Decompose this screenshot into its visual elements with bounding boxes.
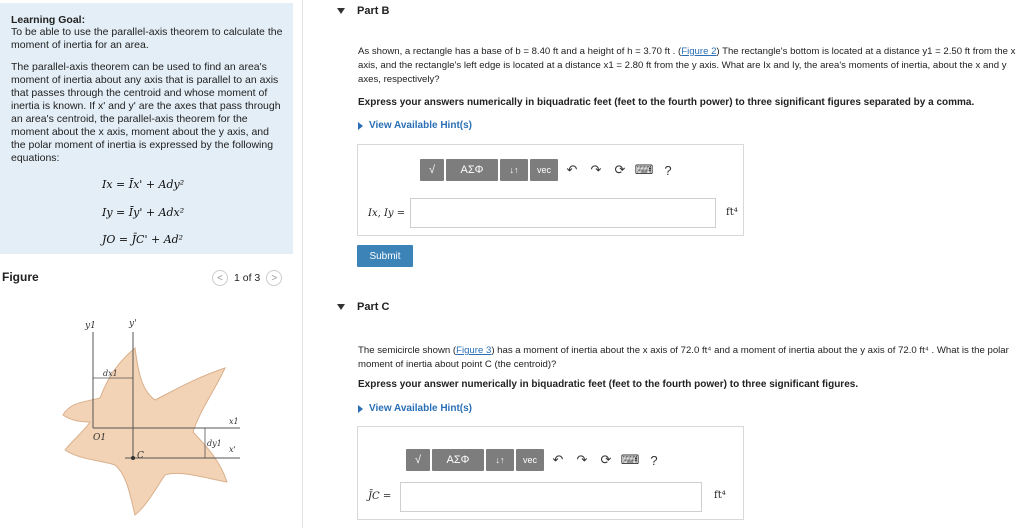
- next-figure-button[interactable]: >: [266, 270, 283, 286]
- part-b-hint-label: View Available Hint(s): [369, 120, 472, 131]
- label-o1: O1: [93, 433, 106, 443]
- left-panel: Learning Goal: To be able to use the par…: [0, 0, 303, 528]
- figure-page-count: 1 of 3: [234, 272, 261, 284]
- undo-icon[interactable]: ↶: [560, 159, 584, 181]
- part-b-math-toolbar: √ ΑΣΦ ↓↑ vec ↶ ↷ ⟳ ⌨ ?: [420, 159, 680, 181]
- undo-icon[interactable]: ↶: [546, 449, 570, 471]
- part-b-header[interactable]: Part B: [337, 5, 389, 17]
- right-panel: Part B As shown, a rectangle has a base …: [325, 0, 1024, 528]
- vec-button[interactable]: vec: [516, 449, 544, 471]
- goal-title: Learning Goal:: [11, 14, 86, 26]
- part-b-unit: ft⁴: [726, 207, 738, 218]
- equation-ix: Ix = Īx' + Ady²: [102, 178, 185, 191]
- label-y1: y1: [84, 321, 96, 331]
- part-c-hint-link[interactable]: View Available Hint(s): [358, 403, 472, 414]
- part-b-answer-label: Ix, Iy =: [368, 208, 406, 219]
- subscript-button[interactable]: ↓↑: [500, 159, 528, 181]
- label-x1: x1: [229, 417, 239, 426]
- keyboard-icon[interactable]: ⌨: [632, 159, 656, 181]
- prev-figure-button[interactable]: <: [212, 270, 228, 286]
- subscript-button[interactable]: ↓↑: [486, 449, 514, 471]
- label-c: C: [137, 451, 144, 461]
- label-xprime: x': [229, 445, 236, 454]
- vec-button[interactable]: vec: [530, 159, 558, 181]
- goal-paragraph: The parallel-axis theorem can be used to…: [11, 61, 281, 164]
- greek-button[interactable]: ΑΣΦ: [432, 449, 484, 471]
- help-icon[interactable]: ?: [656, 159, 680, 181]
- sqrt-icon: √: [428, 164, 436, 176]
- greek-button[interactable]: ΑΣΦ: [446, 159, 498, 181]
- reset-icon[interactable]: ⟳: [608, 159, 632, 181]
- collapse-caret-icon: [337, 8, 345, 14]
- template-button[interactable]: √: [406, 449, 430, 471]
- reset-icon[interactable]: ⟳: [594, 449, 618, 471]
- hint-caret-icon: [358, 404, 363, 413]
- part-c-header[interactable]: Part C: [337, 301, 389, 313]
- label-dy1: dy1: [207, 439, 222, 448]
- figure-2-link[interactable]: Figure 2: [681, 46, 716, 57]
- label-dx1: dx1: [103, 369, 118, 378]
- part-c-answer-input[interactable]: [400, 482, 702, 512]
- part-b-instruction: Express your answers numerically in biqu…: [358, 97, 975, 108]
- sqrt-icon: √: [414, 454, 422, 466]
- redo-icon[interactable]: ↷: [584, 159, 608, 181]
- keyboard-icon[interactable]: ⌨: [618, 449, 642, 471]
- part-c-question: The semicircle shown (Figure 3) has a mo…: [358, 344, 1018, 372]
- part-c-answer-box: √ ΑΣΦ ↓↑ vec ↶ ↷ ⟳ ⌨ ? J̄C = ft⁴: [357, 426, 744, 520]
- part-c-math-toolbar: √ ΑΣΦ ↓↑ vec ↶ ↷ ⟳ ⌨ ?: [406, 449, 666, 471]
- part-c-answer-label: J̄C =: [368, 491, 392, 502]
- part-b-text1: As shown, a rectangle has a base of b = …: [358, 46, 682, 57]
- part-c-hint-label: View Available Hint(s): [369, 403, 472, 414]
- part-b-question: As shown, a rectangle has a base of b = …: [358, 45, 1018, 87]
- equation-iy: Iy = Īy' + Adx²: [102, 206, 185, 219]
- template-button[interactable]: √: [420, 159, 444, 181]
- label-yprime: y': [128, 319, 137, 329]
- equation-jo: JO = J̄C' + Ad²: [102, 233, 184, 246]
- part-c-title: Part C: [357, 301, 390, 313]
- part-c-instruction: Express your answer numerically in biqua…: [358, 379, 859, 390]
- collapse-caret-icon: [337, 304, 345, 310]
- goal-text: To be able to use the parallel-axis theo…: [11, 26, 283, 51]
- hint-caret-icon: [358, 121, 363, 130]
- part-b-title: Part B: [357, 5, 390, 17]
- part-c-text1: The semicircle shown (: [358, 345, 457, 356]
- help-icon[interactable]: ?: [642, 449, 666, 471]
- redo-icon[interactable]: ↷: [570, 449, 594, 471]
- submit-button[interactable]: Submit: [357, 245, 413, 267]
- figure-heading: Figure: [2, 270, 39, 284]
- part-b-hint-link[interactable]: View Available Hint(s): [358, 120, 472, 131]
- part-c-unit: ft⁴: [714, 490, 726, 501]
- figure-pager: < 1 of 3 >: [212, 270, 283, 286]
- part-b-answer-box: √ ΑΣΦ ↓↑ vec ↶ ↷ ⟳ ⌨ ? Ix, Iy = ft⁴: [357, 144, 744, 236]
- part-b-answer-input[interactable]: [410, 198, 716, 228]
- figure-starfish-diagram: y1 y' dx1 dy1 x1 x' O1 C: [62, 319, 240, 516]
- figure-3-link[interactable]: Figure 3: [456, 345, 491, 356]
